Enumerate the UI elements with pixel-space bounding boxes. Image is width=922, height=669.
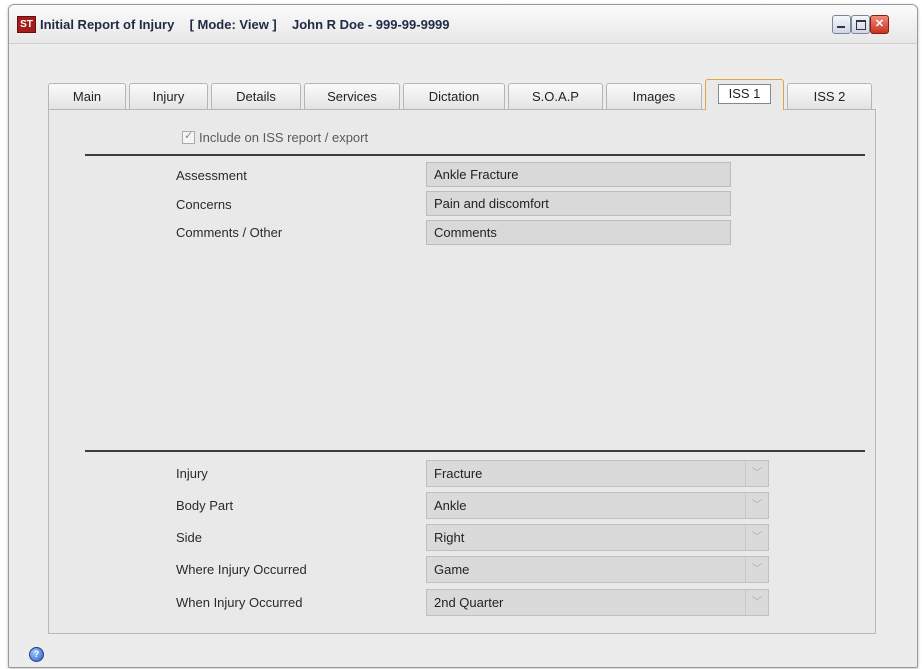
injury-select[interactable]: Fracture ﹀ [426, 460, 769, 487]
tab-s-o-a-p[interactable]: S.O.A.P [508, 83, 603, 109]
concerns-label: Concerns [176, 197, 232, 212]
side-value: Right [434, 530, 465, 545]
where-value: Game [434, 562, 470, 577]
tab-details[interactable]: Details [211, 83, 301, 109]
comments-field[interactable]: Comments [426, 220, 731, 245]
when-value: 2nd Quarter [434, 595, 504, 610]
body-part-value: Ankle [434, 498, 467, 513]
close-button[interactable]: ✕ [870, 15, 889, 34]
chevron-down-icon[interactable]: ﹀ [745, 461, 768, 486]
comments-label: Comments / Other [176, 225, 283, 240]
injury-label: Injury [176, 466, 208, 481]
concerns-field[interactable]: Pain and discomfort [426, 191, 731, 216]
assessment-label: Assessment [176, 168, 247, 183]
tab-dictation[interactable]: Dictation [403, 83, 505, 109]
where-label: Where Injury Occurred [176, 562, 307, 577]
tab-iss-2[interactable]: ISS 2 [787, 83, 872, 109]
include-iss-checkbox[interactable]: ✓ Include on ISS report / export [182, 130, 368, 145]
side-select[interactable]: Right ﹀ [426, 524, 769, 551]
tab-label: ISS 1 [717, 84, 772, 104]
help-icon[interactable]: ? [29, 647, 44, 662]
when-label: When Injury Occurred [176, 595, 303, 610]
checkmark-icon: ✓ [184, 130, 194, 142]
bottom-divider [85, 450, 865, 452]
when-select[interactable]: 2nd Quarter ﹀ [426, 589, 769, 616]
tab-images[interactable]: Images [606, 83, 702, 109]
assessment-field[interactable]: Ankle Fracture [426, 162, 731, 187]
tab-iss-1[interactable]: ISS 1 [705, 79, 784, 110]
body-part-label: Body Part [176, 498, 234, 513]
checkbox-box[interactable]: ✓ [182, 130, 195, 144]
tab-services[interactable]: Services [304, 83, 400, 109]
tab-injury[interactable]: Injury [129, 83, 208, 109]
maximize-button[interactable] [851, 15, 870, 34]
close-icon: ✕ [874, 18, 885, 30]
app-icon: ST [17, 16, 36, 33]
tab-main[interactable]: Main [48, 83, 126, 109]
report-window: ST Initial Report of Injury [ Mode: View… [8, 4, 918, 668]
iss1-panel: ✓ Include on ISS report / export Assessme… [48, 109, 876, 634]
chevron-down-icon[interactable]: ﹀ [745, 493, 768, 518]
minimize-button[interactable] [832, 15, 851, 34]
side-label: Side [176, 530, 203, 545]
include-iss-label: Include on ISS report / export [199, 130, 369, 145]
minimize-icon [837, 26, 845, 28]
body-part-select[interactable]: Ankle ﹀ [426, 492, 769, 519]
window-title: Initial Report of Injury [ Mode: View ] … [40, 17, 450, 32]
title-bar: ST Initial Report of Injury [ Mode: View… [9, 5, 917, 44]
where-select[interactable]: Game ﹀ [426, 556, 769, 583]
mode-text: [ Mode: View ] [189, 17, 277, 32]
maximize-icon [856, 20, 866, 30]
chevron-down-icon[interactable]: ﹀ [745, 525, 768, 550]
title-text: Initial Report of Injury [40, 17, 175, 32]
chevron-down-icon[interactable]: ﹀ [745, 557, 768, 582]
top-divider [85, 154, 865, 156]
patient-text: John R Doe - 999-99-9999 [292, 17, 450, 32]
chevron-down-icon[interactable]: ﹀ [745, 590, 768, 615]
injury-value: Fracture [434, 466, 483, 481]
